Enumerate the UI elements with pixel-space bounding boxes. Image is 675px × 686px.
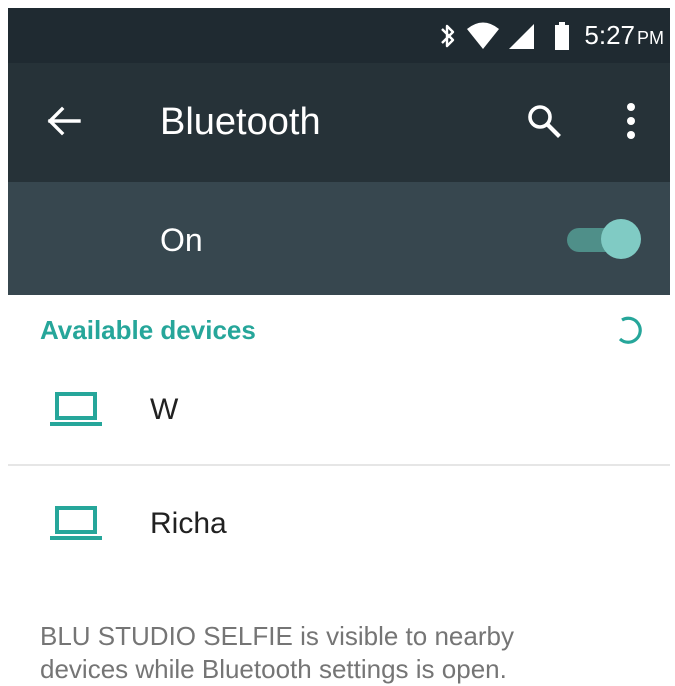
bluetooth-settings-screen: 5:27 PM Bluetooth On Available devices W… bbox=[0, 0, 675, 685]
bluetooth-switch-bar[interactable]: On bbox=[8, 182, 670, 295]
toggle-thumb bbox=[601, 219, 641, 259]
arrow-back-icon bbox=[47, 106, 81, 141]
bluetooth-toggle[interactable] bbox=[565, 219, 643, 259]
status-icons: 5:27 PM bbox=[438, 8, 664, 63]
cell-signal-icon bbox=[508, 22, 536, 50]
device-row-w[interactable]: W bbox=[8, 352, 670, 464]
device-name: Richa bbox=[150, 507, 227, 540]
device-row-richa[interactable]: Richa bbox=[8, 466, 670, 578]
status-ampm: PM bbox=[637, 28, 664, 48]
more-options-button[interactable] bbox=[616, 101, 646, 145]
more-vert-icon bbox=[626, 102, 636, 145]
page-title: Bluetooth bbox=[160, 101, 321, 143]
toolbar: Bluetooth bbox=[8, 63, 670, 182]
bluetooth-icon bbox=[438, 21, 458, 51]
progress-spinner-icon bbox=[612, 314, 644, 346]
status-time: 5:27 PM bbox=[584, 20, 664, 50]
laptop-icon bbox=[48, 390, 108, 430]
battery-icon bbox=[554, 21, 570, 51]
device-name: W bbox=[150, 393, 179, 426]
search-icon bbox=[527, 104, 561, 143]
status-bar: 5:27 PM bbox=[8, 8, 670, 63]
visibility-note-line-1: BLU STUDIO SELFIE is visible to nearby bbox=[40, 621, 514, 651]
available-devices-header: Available devices bbox=[40, 315, 256, 345]
visibility-note-line-2: devices while Bluetooth settings is open… bbox=[40, 654, 507, 684]
visibility-note: BLU STUDIO SELFIE is visible to nearby d… bbox=[40, 620, 660, 686]
search-button[interactable] bbox=[524, 103, 564, 143]
switch-label: On bbox=[160, 222, 203, 258]
back-button[interactable] bbox=[44, 103, 84, 143]
laptop-icon bbox=[48, 504, 108, 544]
wifi-icon bbox=[466, 22, 500, 50]
